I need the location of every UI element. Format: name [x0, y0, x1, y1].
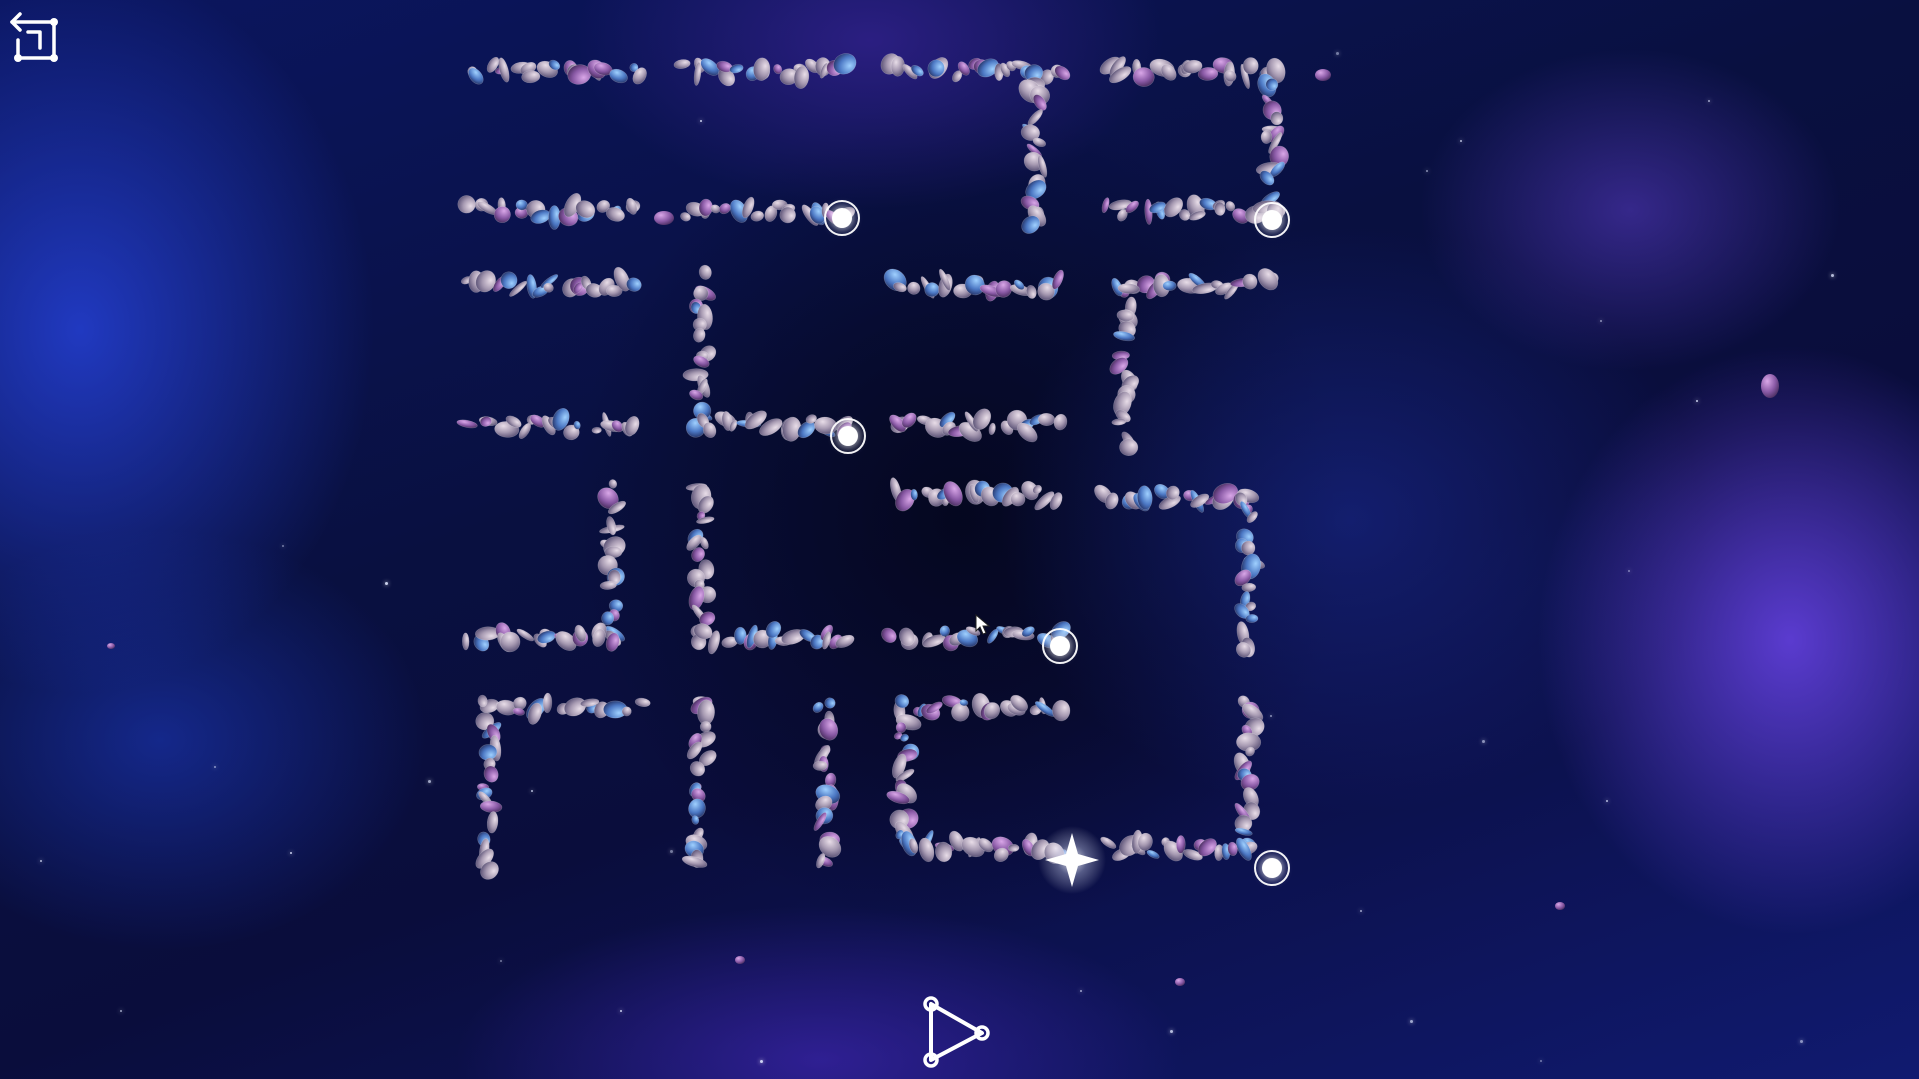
asteroid-rock	[486, 811, 499, 834]
asteroid-rock	[456, 419, 478, 429]
asteroid-tile-r4c2[interactable]	[681, 693, 845, 869]
undo-arrow-icon	[10, 12, 56, 60]
asteroid-rock	[812, 701, 824, 713]
asteroid-rock	[1242, 273, 1258, 290]
asteroid-rock	[1162, 280, 1177, 292]
asteroid-rock	[493, 206, 511, 224]
asteroid-rock	[626, 197, 638, 215]
asteroid-tile-r3c2[interactable]	[684, 482, 856, 655]
loose-asteroid	[1175, 978, 1185, 986]
asteroid-rock	[988, 422, 996, 436]
asteroid-rock	[907, 281, 921, 295]
play-triangle-icon	[923, 996, 990, 1068]
asteroid-rock	[479, 800, 503, 813]
asteroid-rock	[1027, 109, 1043, 126]
asteroid-rock	[1245, 614, 1259, 623]
asteroid-tile-r2c1[interactable]	[456, 265, 643, 442]
asteroid-rock	[1242, 57, 1259, 75]
asteroid-rock	[1026, 284, 1037, 299]
asteroid-tile-r3c1[interactable]	[461, 479, 628, 655]
asteroid-rock	[461, 632, 470, 651]
asteroid-rock	[1037, 412, 1056, 427]
asteroid-tile-r3c4[interactable]	[1091, 480, 1266, 660]
asteroid-rock	[591, 426, 602, 434]
node-r2c2[interactable]	[830, 418, 866, 454]
asteroid-tile-r2c2[interactable]	[682, 264, 856, 442]
asteroid-rock	[1101, 197, 1110, 214]
loose-asteroid	[735, 956, 745, 964]
asteroid-tile-r2c4[interactable]	[1107, 265, 1282, 457]
puzzle-board	[107, 50, 1779, 986]
node-r1c4[interactable]	[1254, 202, 1290, 238]
asteroid-rock	[599, 580, 617, 590]
asteroid-tile-r4c4[interactable]	[1099, 693, 1268, 864]
asteroid-rock	[918, 837, 935, 863]
asteroid-tile-r2c3[interactable]	[880, 265, 1069, 446]
asteroid-rock	[818, 718, 839, 741]
loose-asteroid	[1555, 902, 1565, 910]
loose-asteroid	[654, 211, 674, 225]
asteroid-tile-r1c4[interactable]	[1097, 53, 1290, 226]
asteroid-rock	[1052, 700, 1071, 722]
asteroid-rock	[673, 59, 691, 70]
mouse-cursor-icon	[975, 614, 991, 635]
goal-star-icon[interactable]	[1037, 825, 1107, 895]
asteroid-rock	[1270, 111, 1284, 126]
asteroid-rock	[824, 697, 836, 709]
asteroid-tile-r4c1[interactable]	[472, 692, 651, 883]
undo-button[interactable]	[6, 4, 66, 66]
asteroid-rock	[608, 479, 618, 489]
asteroid-rock	[812, 760, 828, 771]
asteroid-rock	[883, 268, 907, 292]
asteroid-rock	[1007, 843, 1020, 852]
asteroid-tile-r1c3[interactable]	[877, 50, 1072, 237]
asteroid-rock	[542, 692, 553, 714]
asteroid-rock	[1111, 418, 1127, 426]
asteroid-rock	[563, 697, 587, 717]
node-r1c2[interactable]	[824, 200, 860, 236]
node-r4c4[interactable]	[1254, 850, 1290, 886]
loose-asteroid	[1761, 374, 1779, 398]
asteroid-rock	[750, 210, 765, 222]
loose-asteroid	[1315, 69, 1331, 81]
asteroid-tile-r1c2[interactable]	[673, 50, 859, 228]
asteroid-rock	[1053, 413, 1068, 431]
asteroid-rock	[881, 627, 897, 643]
asteroid-rock	[1146, 849, 1160, 859]
asteroid-rock	[634, 697, 651, 707]
asteroid-rock	[1119, 438, 1139, 457]
asteroid-rock	[1260, 130, 1273, 144]
asteroid-rock	[698, 264, 712, 280]
asteroid-tile-r1c1[interactable]	[455, 55, 650, 230]
space-background	[0, 0, 1919, 1079]
node-r3c3[interactable]	[1042, 628, 1078, 664]
play-button[interactable]	[915, 994, 993, 1070]
loose-asteroid	[107, 643, 115, 649]
